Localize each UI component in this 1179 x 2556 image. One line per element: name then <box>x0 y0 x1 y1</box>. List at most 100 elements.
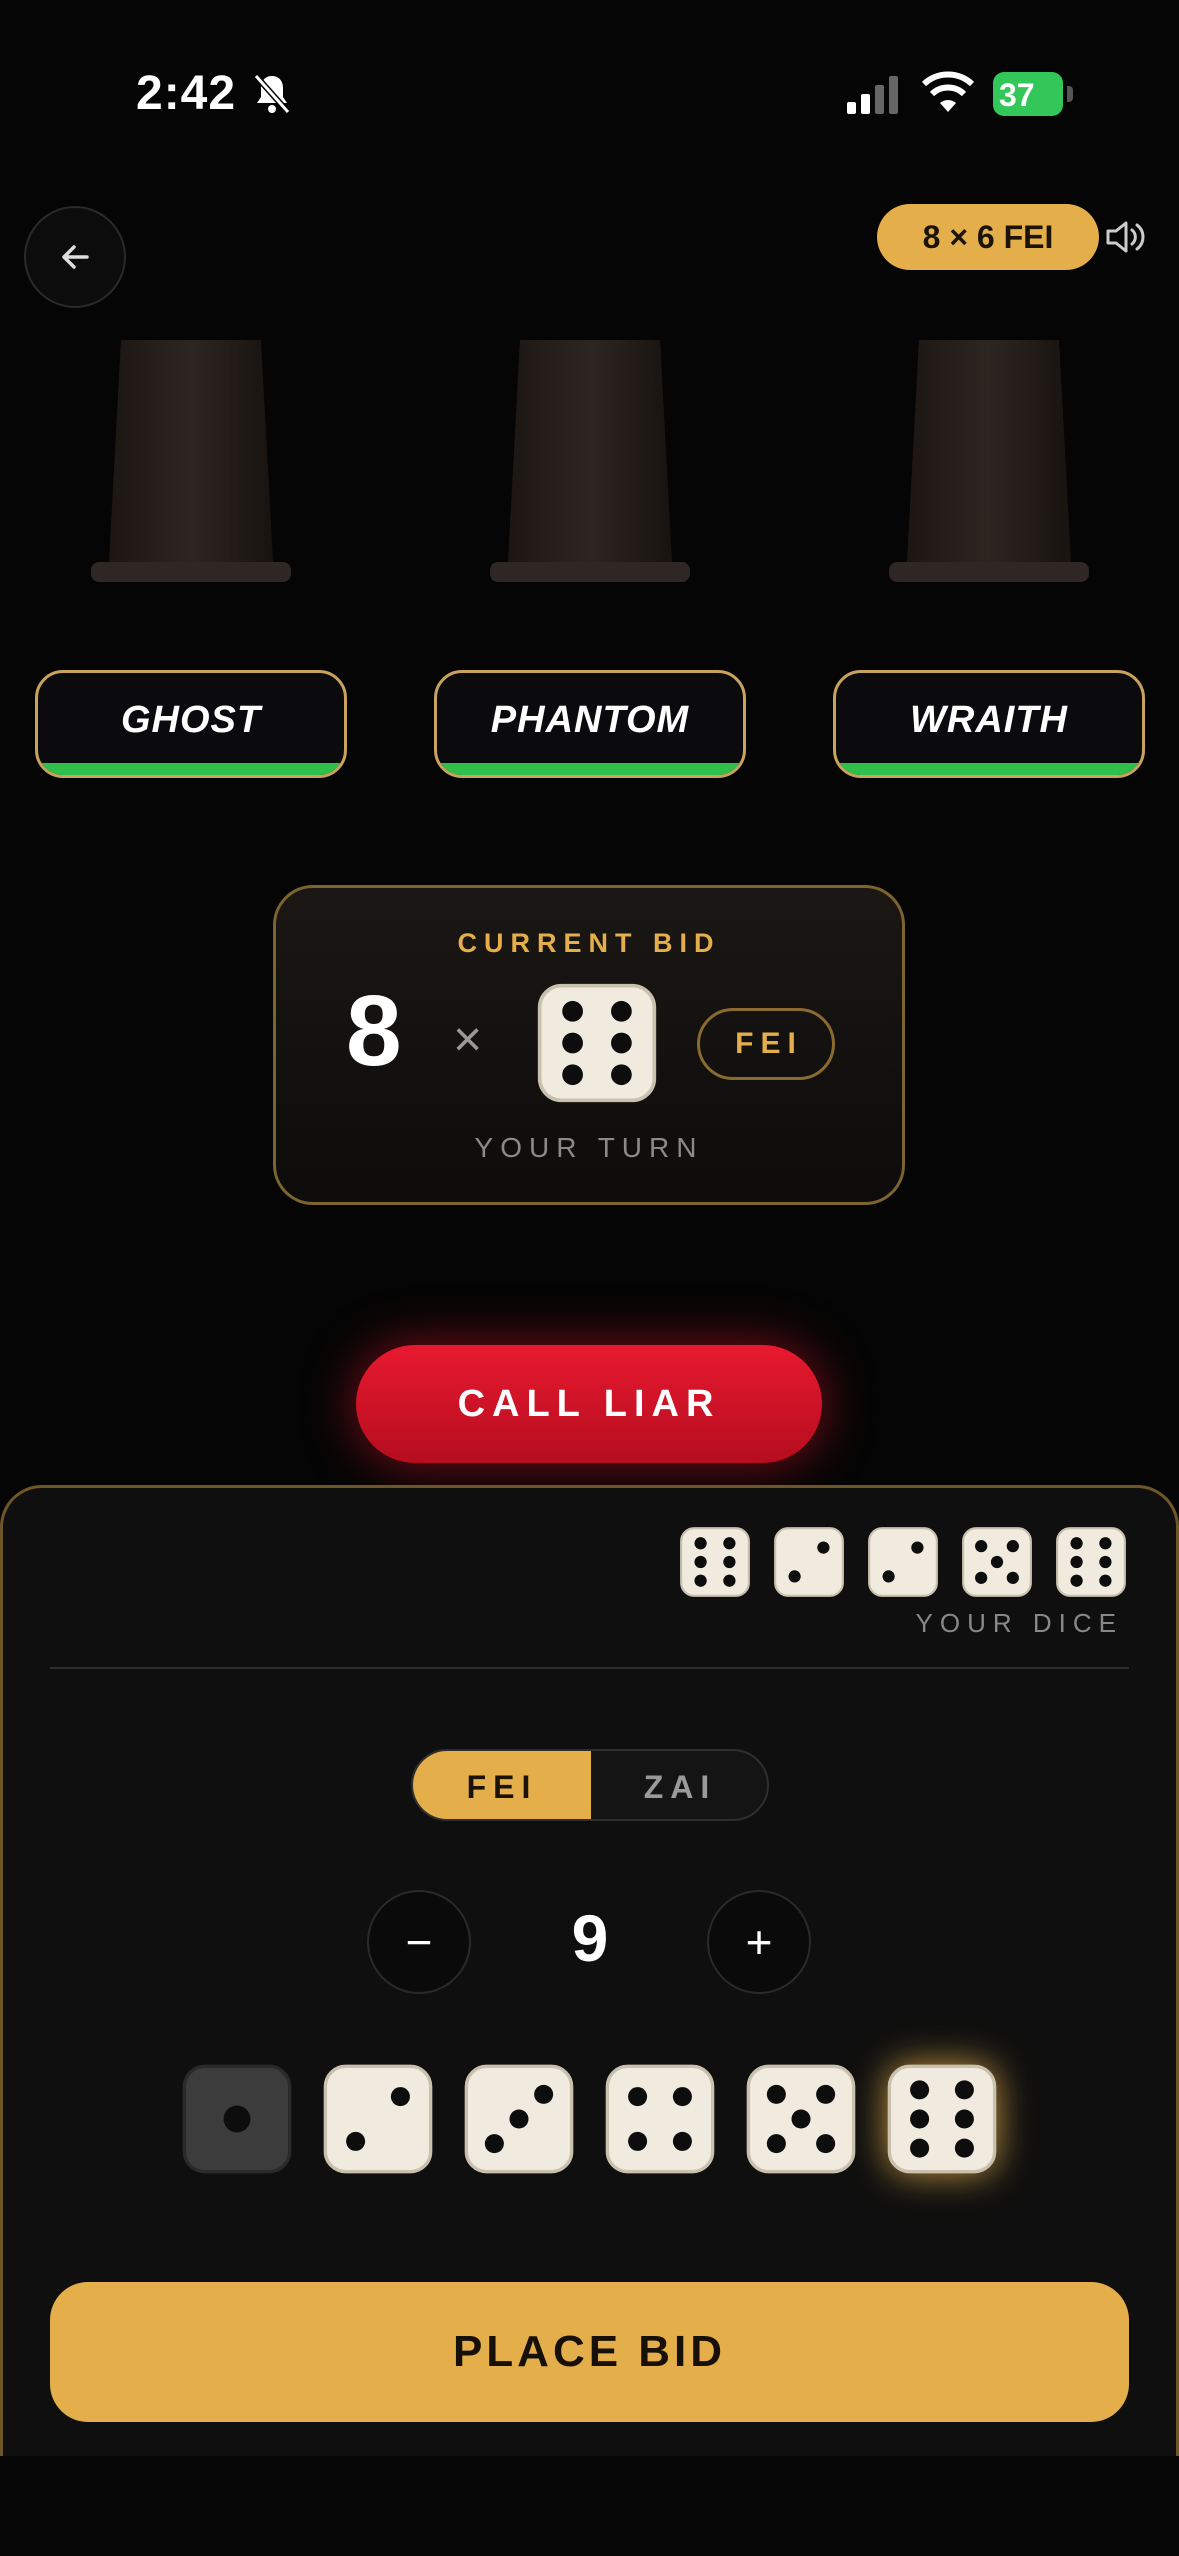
die-pip <box>954 2080 974 2100</box>
health-bar <box>836 763 1142 775</box>
die-pip <box>1070 1574 1083 1587</box>
die-pip <box>628 2087 648 2107</box>
die-pip <box>562 1064 583 1086</box>
die-body <box>605 2064 715 2174</box>
die-pip <box>1099 1537 1112 1550</box>
die-pip <box>990 1555 1004 1569</box>
player-tag-phantom: PHANTOM <box>434 670 746 778</box>
die-pip <box>766 2134 786 2154</box>
die-pip <box>723 1555 736 1569</box>
die-body <box>868 1527 938 1597</box>
my-die <box>680 1527 750 1597</box>
decrement-button[interactable]: − <box>367 1890 471 1994</box>
die-pip <box>1070 1537 1083 1550</box>
times-sign: × <box>453 1011 483 1067</box>
place-bid-button[interactable]: PLACE BID <box>50 2282 1129 2422</box>
wifi-icon <box>921 71 975 112</box>
die-pip <box>1070 1555 1083 1569</box>
status-time: 2:42 <box>136 67 237 120</box>
face-option-3[interactable] <box>463 2063 575 2175</box>
divider <box>50 1667 1129 1669</box>
die-pip <box>1099 1574 1112 1587</box>
current-bid-badge: 8 × 6 FEI <box>877 204 1099 270</box>
die-pip <box>723 1537 736 1550</box>
die-body <box>537 983 657 1103</box>
battery-level: 37 <box>999 77 1035 113</box>
face-option-2[interactable] <box>322 2063 434 2175</box>
die-body <box>1056 1527 1126 1597</box>
mode-option-zai[interactable]: ZAI <box>591 1751 767 1819</box>
battery-indicator: 37 <box>993 72 1073 116</box>
face-option-1[interactable] <box>181 2063 293 2175</box>
opponent-cup-wraith <box>889 340 1089 585</box>
arrow-left-icon <box>62 245 89 269</box>
current-bid-label: CURRENT BID <box>457 928 721 958</box>
die-pip <box>766 2084 786 2104</box>
health-bar <box>437 763 743 775</box>
die-pip <box>562 1032 583 1054</box>
opponent-cup-phantom <box>490 340 690 585</box>
speaker-icon[interactable] <box>1102 214 1148 260</box>
die-pip <box>723 1574 736 1587</box>
die-pip <box>910 2109 930 2129</box>
health-bar <box>38 763 344 775</box>
die-pip <box>694 1555 707 1569</box>
die-pip <box>882 1570 895 1583</box>
die-pip <box>816 2134 836 2154</box>
mode-option-fei[interactable]: FEI <box>413 1751 591 1819</box>
current-bid-panel: CURRENT BID 8 × FEI YOUR TURN <box>273 885 905 1205</box>
die-pip <box>791 2109 811 2129</box>
die-pip <box>562 1000 583 1022</box>
bid-quantity: 8 <box>346 975 402 1087</box>
status-bar: 2:42 37 <box>0 0 1179 190</box>
bell-muted-icon <box>253 74 291 114</box>
die-body <box>887 2064 997 2174</box>
die-pip <box>223 2105 251 2133</box>
my-die <box>1056 1527 1126 1597</box>
die-pip <box>1006 1540 1019 1553</box>
die-pip <box>672 2131 692 2151</box>
face-option-5[interactable] <box>745 2063 857 2175</box>
die-pip <box>672 2087 692 2107</box>
die-pip <box>611 1000 632 1022</box>
die-pip <box>694 1537 707 1550</box>
bid-quantity-value: 9 <box>571 1901 609 1975</box>
die-pip <box>611 1032 632 1054</box>
die-pip <box>1099 1555 1112 1569</box>
face-option-6[interactable] <box>886 2063 998 2175</box>
player-name: GHOST <box>120 699 262 741</box>
die-body <box>774 1527 844 1597</box>
die-body <box>680 1527 750 1597</box>
turn-indicator: YOUR TURN <box>474 1132 704 1163</box>
die-pip <box>788 1570 801 1583</box>
die-pip <box>484 2134 504 2154</box>
player-name: WRAITH <box>910 699 1068 741</box>
die-pip <box>975 1571 988 1584</box>
your-dice-label: YOUR DICE <box>915 1608 1123 1638</box>
die-pip <box>1006 1571 1019 1584</box>
player-tag-wraith: WRAITH <box>833 670 1145 778</box>
die-pip <box>816 2084 836 2104</box>
call-liar-button[interactable]: CALL LIAR <box>356 1345 822 1463</box>
increment-button[interactable]: + <box>707 1890 811 1994</box>
bid-die-face <box>537 983 657 1103</box>
die-pip <box>910 2138 930 2158</box>
face-option-4[interactable] <box>604 2063 716 2175</box>
die-pip <box>534 2084 554 2104</box>
mode-toggle: FEI ZAI <box>411 1749 769 1821</box>
player-tag-ghost: GHOST <box>35 670 347 778</box>
my-die <box>868 1527 938 1597</box>
die-pip <box>611 1064 632 1086</box>
die-pip <box>954 2109 974 2129</box>
opponent-cup-ghost <box>91 340 291 585</box>
die-pip <box>628 2131 648 2151</box>
die-pip <box>954 2138 974 2158</box>
die-pip <box>390 2087 410 2107</box>
die-pip <box>911 1541 924 1554</box>
bottom-safe-area <box>0 2456 1179 2556</box>
die-pip <box>694 1574 707 1587</box>
back-button[interactable] <box>24 206 126 308</box>
cellular-signal-icon <box>847 76 898 114</box>
bid-mode-badge: FEI <box>697 1008 835 1080</box>
die-pip <box>817 1541 830 1554</box>
